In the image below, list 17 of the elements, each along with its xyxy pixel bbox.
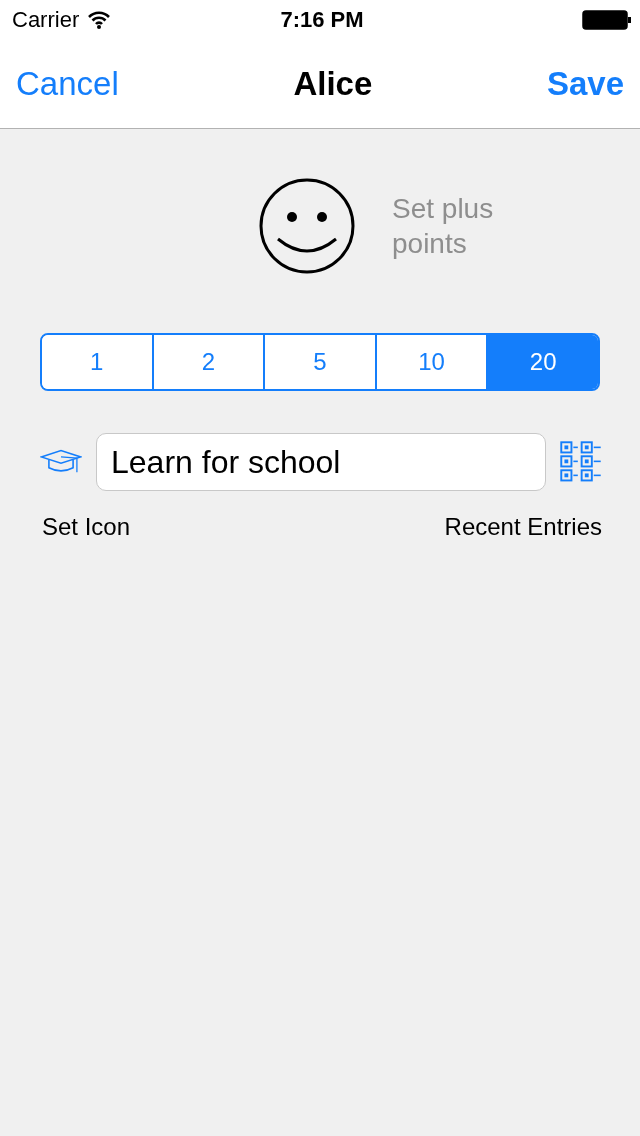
status-time: 7:16 PM (279, 7, 365, 33)
battery-icon (582, 10, 632, 30)
carrier-label: Carrier (12, 7, 80, 33)
wifi-icon (87, 11, 112, 29)
segment[interactable]: 2 (151, 335, 264, 389)
segment[interactable]: 20 (486, 335, 598, 389)
save-button[interactable]: Save (546, 65, 624, 103)
segment[interactable]: 10 (374, 335, 487, 389)
points-hint: Set plus points (392, 192, 495, 261)
recent-entries-label: Recent Entries (444, 513, 602, 541)
entry-input-field[interactable]: Learn for school (96, 433, 546, 491)
cancel-button[interactable]: Cancel (16, 65, 119, 103)
segment[interactable]: 1 (42, 335, 152, 389)
set-icon-label: Set Icon (42, 513, 131, 541)
segment[interactable]: 5 (263, 335, 375, 389)
smiley-icon[interactable] (258, 177, 356, 275)
nav-title: Alice (293, 65, 373, 103)
